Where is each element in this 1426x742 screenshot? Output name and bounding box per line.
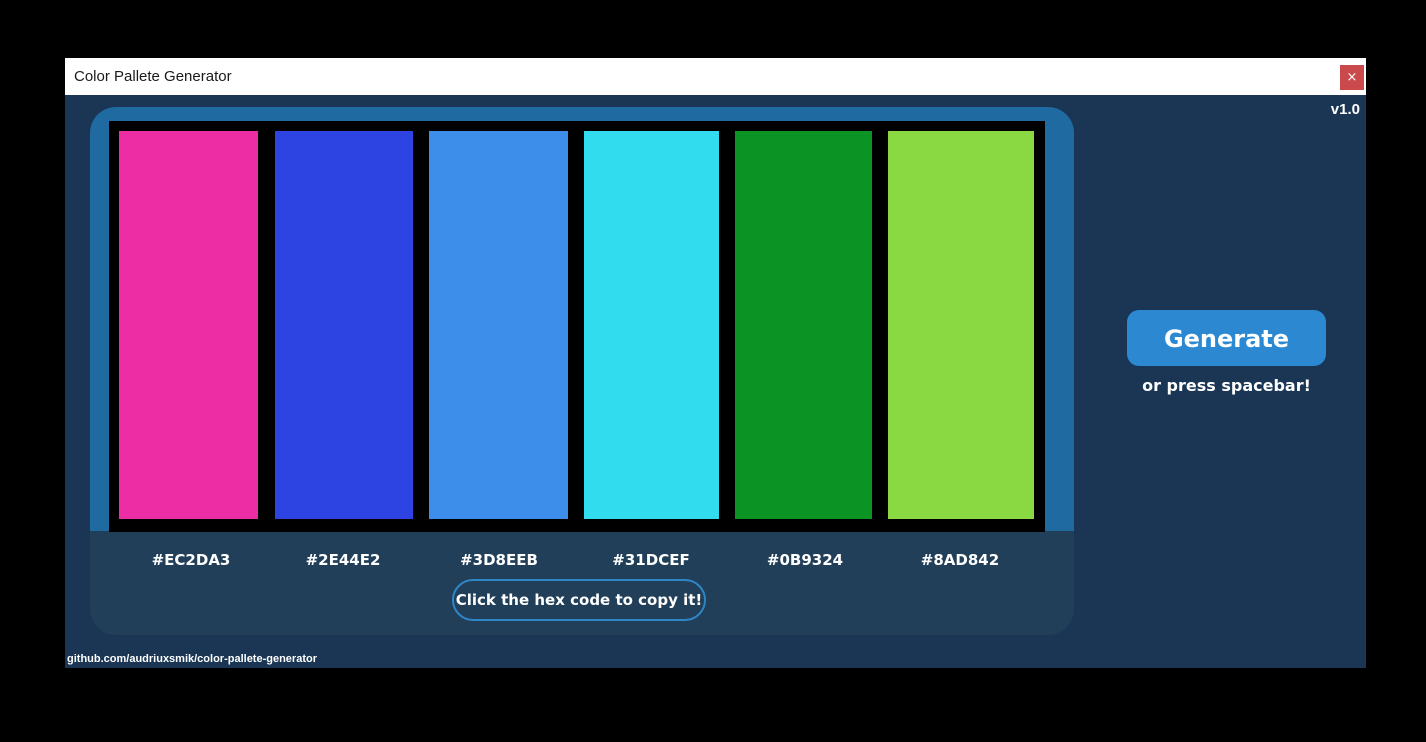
color-swatch-2[interactable] [275, 131, 413, 519]
close-button[interactable]: × [1340, 65, 1364, 90]
window-title: Color Pallete Generator [74, 68, 232, 85]
title-bar: Color Pallete Generator × [65, 58, 1366, 95]
generate-button[interactable]: Generate [1127, 310, 1326, 366]
hex-code-6[interactable]: #8AD842 [890, 551, 1030, 569]
screen-frame: Color Pallete Generator × v1.0 #EC2DA3 #… [0, 0, 1426, 742]
hex-code-2[interactable]: #2E44E2 [273, 551, 413, 569]
version-label: v1.0 [1330, 101, 1360, 118]
hex-code-5[interactable]: #0B9324 [735, 551, 875, 569]
copy-hint-pill: Click the hex code to copy it! [452, 579, 706, 621]
hex-code-1[interactable]: #EC2DA3 [121, 551, 261, 569]
app-window: Color Pallete Generator × v1.0 #EC2DA3 #… [65, 58, 1366, 668]
hex-code-3[interactable]: #3D8EEB [429, 551, 569, 569]
github-link[interactable]: github.com/audriuxsmik/color-pallete-gen… [67, 653, 317, 665]
spacebar-hint: or press spacebar! [1142, 376, 1311, 395]
color-swatch-6[interactable] [888, 131, 1034, 519]
color-swatch-1[interactable] [119, 131, 258, 519]
hex-code-4[interactable]: #31DCEF [581, 551, 721, 569]
swatch-container [109, 121, 1045, 532]
color-swatch-3[interactable] [429, 131, 568, 519]
color-swatch-5[interactable] [735, 131, 872, 519]
color-swatch-4[interactable] [584, 131, 719, 519]
palette-panel: #EC2DA3 #2E44E2 #3D8EEB #31DCEF #0B9324 … [90, 107, 1074, 635]
